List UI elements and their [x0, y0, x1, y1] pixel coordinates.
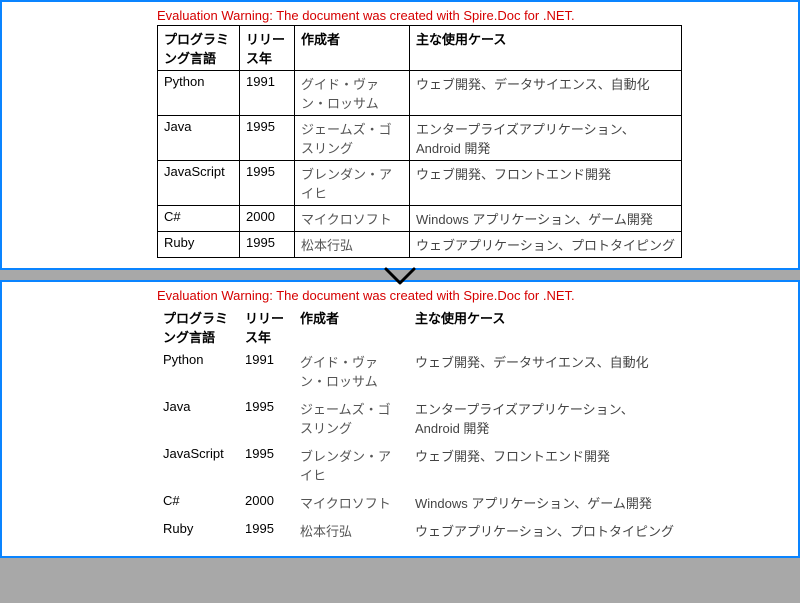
header-creator: 作成者 — [295, 26, 410, 71]
table-row: Java1995ジェームズ・ゴスリングエンタープライズアプリケーション、Andr… — [157, 396, 682, 443]
header-year: リリース年 — [239, 305, 294, 349]
table-row: Python1991グイド・ヴァン・ロッサムウェブ開発、データサイエンス、自動化 — [157, 349, 682, 396]
cell-year: 1995 — [239, 396, 294, 443]
document-page-after: Evaluation Warning: The document was cre… — [0, 282, 800, 558]
cell-creator: グイド・ヴァン・ロッサム — [294, 349, 409, 396]
table-row: C#2000マイクロソフトWindows アプリケーション、ゲーム開発 — [158, 206, 682, 232]
cell-lang: JavaScript — [157, 443, 239, 490]
cell-creator: ブレンダン・アイヒ — [294, 443, 409, 490]
table-body-bordered: Python1991グイド・ヴァン・ロッサムウェブ開発、データサイエンス、自動化… — [158, 71, 682, 258]
cell-year: 1995 — [240, 161, 295, 206]
cell-use: エンタープライズアプリケーション、Android 開発 — [410, 116, 682, 161]
cell-lang: Python — [157, 349, 239, 396]
chevron-down-icon — [383, 266, 417, 293]
cell-use: ウェブ開発、データサイエンス、自動化 — [409, 349, 682, 396]
table-row: Ruby1995松本行弘ウェブアプリケーション、プロトタイピング — [158, 232, 682, 258]
before-after-divider — [0, 268, 800, 282]
table-row: Python1991グイド・ヴァン・ロッサムウェブ開発、データサイエンス、自動化 — [158, 71, 682, 116]
cell-use: ウェブ開発、フロントエンド開発 — [410, 161, 682, 206]
cell-lang: Java — [157, 396, 239, 443]
cell-year: 2000 — [240, 206, 295, 232]
cell-use: エンタープライズアプリケーション、Android 開発 — [409, 396, 682, 443]
header-use: 主な使用ケース — [410, 26, 682, 71]
table-body-borderless: Python1991グイド・ヴァン・ロッサムウェブ開発、データサイエンス、自動化… — [157, 349, 682, 546]
table-row: JavaScript1995ブレンダン・アイヒウェブ開発、フロントエンド開発 — [158, 161, 682, 206]
cell-year: 2000 — [239, 490, 294, 518]
header-year: リリース年 — [240, 26, 295, 71]
cell-use: Windows アプリケーション、ゲーム開発 — [409, 490, 682, 518]
table-row: Ruby1995松本行弘ウェブアプリケーション、プロトタイピング — [157, 518, 682, 546]
cell-creator: ジェームズ・ゴスリング — [294, 396, 409, 443]
document-page-before: Evaluation Warning: The document was cre… — [0, 0, 800, 268]
cell-creator: グイド・ヴァン・ロッサム — [295, 71, 410, 116]
table-header-row: プログラミング言語 リリース年 作成者 主な使用ケース — [158, 26, 682, 71]
table-row: C#2000マイクロソフトWindows アプリケーション、ゲーム開発 — [157, 490, 682, 518]
cell-year: 1991 — [240, 71, 295, 116]
table-row: JavaScript1995ブレンダン・アイヒウェブ開発、フロントエンド開発 — [157, 443, 682, 490]
cell-use: ウェブ開発、データサイエンス、自動化 — [410, 71, 682, 116]
cell-use: ウェブ開発、フロントエンド開発 — [409, 443, 682, 490]
cell-use: ウェブアプリケーション、プロトタイピング — [410, 232, 682, 258]
evaluation-warning: Evaluation Warning: The document was cre… — [157, 8, 798, 23]
header-use: 主な使用ケース — [409, 305, 682, 349]
cell-lang: JavaScript — [158, 161, 240, 206]
cell-lang: C# — [158, 206, 240, 232]
cell-creator: 松本行弘 — [295, 232, 410, 258]
cell-lang: C# — [157, 490, 239, 518]
cell-lang: Ruby — [158, 232, 240, 258]
table-row: Java1995ジェームズ・ゴスリングエンタープライズアプリケーション、Andr… — [158, 116, 682, 161]
cell-year: 1995 — [240, 116, 295, 161]
cell-year: 1995 — [239, 518, 294, 546]
cell-creator: マイクロソフト — [295, 206, 410, 232]
evaluation-warning: Evaluation Warning: The document was cre… — [157, 288, 798, 303]
header-lang: プログラミング言語 — [157, 305, 239, 349]
cell-use: Windows アプリケーション、ゲーム開発 — [410, 206, 682, 232]
cell-use: ウェブアプリケーション、プロトタイピング — [409, 518, 682, 546]
cell-lang: Ruby — [157, 518, 239, 546]
cell-creator: 松本行弘 — [294, 518, 409, 546]
header-creator: 作成者 — [294, 305, 409, 349]
cell-year: 1991 — [239, 349, 294, 396]
table-header-row: プログラミング言語 リリース年 作成者 主な使用ケース — [157, 305, 682, 349]
languages-table-borderless: プログラミング言語 リリース年 作成者 主な使用ケース Python1991グイ… — [157, 305, 682, 546]
cell-year: 1995 — [239, 443, 294, 490]
cell-creator: ブレンダン・アイヒ — [295, 161, 410, 206]
cell-year: 1995 — [240, 232, 295, 258]
cell-lang: Java — [158, 116, 240, 161]
cell-creator: マイクロソフト — [294, 490, 409, 518]
languages-table-bordered: プログラミング言語 リリース年 作成者 主な使用ケース Python1991グイ… — [157, 25, 682, 258]
cell-lang: Python — [158, 71, 240, 116]
cell-creator: ジェームズ・ゴスリング — [295, 116, 410, 161]
header-lang: プログラミング言語 — [158, 26, 240, 71]
